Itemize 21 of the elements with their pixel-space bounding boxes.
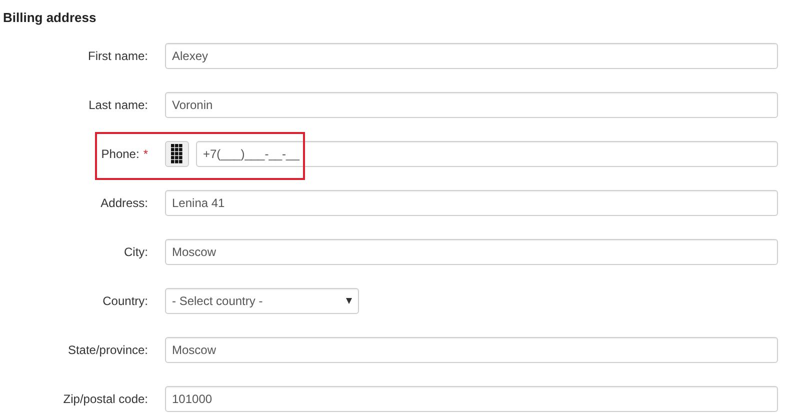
text-field[interactable]: Moscow: [165, 239, 778, 265]
section-heading: Billing address: [3, 9, 98, 27]
keypad-icon: [171, 144, 183, 164]
field-label: First name:: [88, 48, 148, 65]
text-field[interactable]: Voronin: [165, 92, 778, 118]
field-label: Phone:: [101, 146, 140, 163]
dropdown-caret-icon: [346, 298, 352, 304]
text-field[interactable]: Lenina 41: [165, 190, 778, 216]
phone-field[interactable]: +7(___)___-__-__: [196, 141, 778, 167]
country-dropdown[interactable]: - Select country -: [165, 288, 359, 314]
field-label: Zip/postal code:: [63, 391, 148, 408]
required-mark: *: [143, 146, 148, 163]
text-field[interactable]: Alexey: [165, 43, 778, 69]
text-field[interactable]: 101000: [165, 386, 778, 412]
field-label: State/province:: [68, 342, 148, 359]
field-label: Address:: [100, 195, 148, 212]
field-label: Last name:: [88, 97, 148, 114]
text-field[interactable]: Moscow: [165, 337, 778, 363]
field-label: Country:: [102, 293, 148, 310]
field-label: City:: [124, 244, 148, 261]
keypad-button[interactable]: [165, 141, 189, 167]
